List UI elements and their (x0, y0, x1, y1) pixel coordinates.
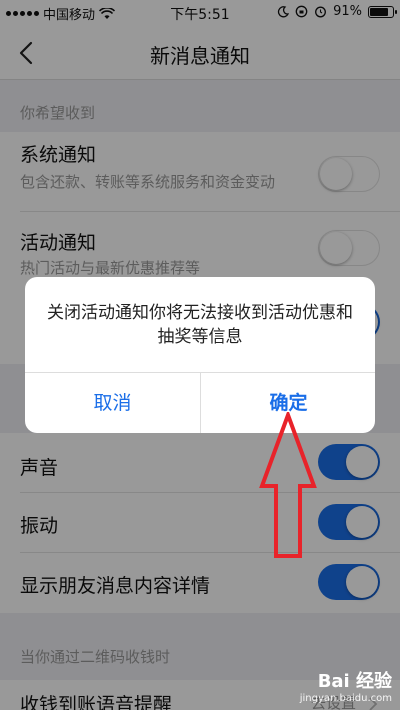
confirm-dialog: 关闭活动通知你将无法接收到活动优惠和抽奖等信息 取消 确定 (25, 277, 375, 433)
watermark-logo: Bai 经验 (317, 671, 392, 692)
red-up-arrow-icon (259, 412, 317, 558)
dialog-message: 关闭活动通知你将无法接收到活动优惠和抽奖等信息 (47, 303, 353, 347)
watermark: Bai 经验 jingyan.baidu.com (300, 667, 392, 704)
watermark-url: jingyan.baidu.com (299, 693, 392, 704)
cancel-button[interactable]: 取消 (25, 373, 200, 433)
